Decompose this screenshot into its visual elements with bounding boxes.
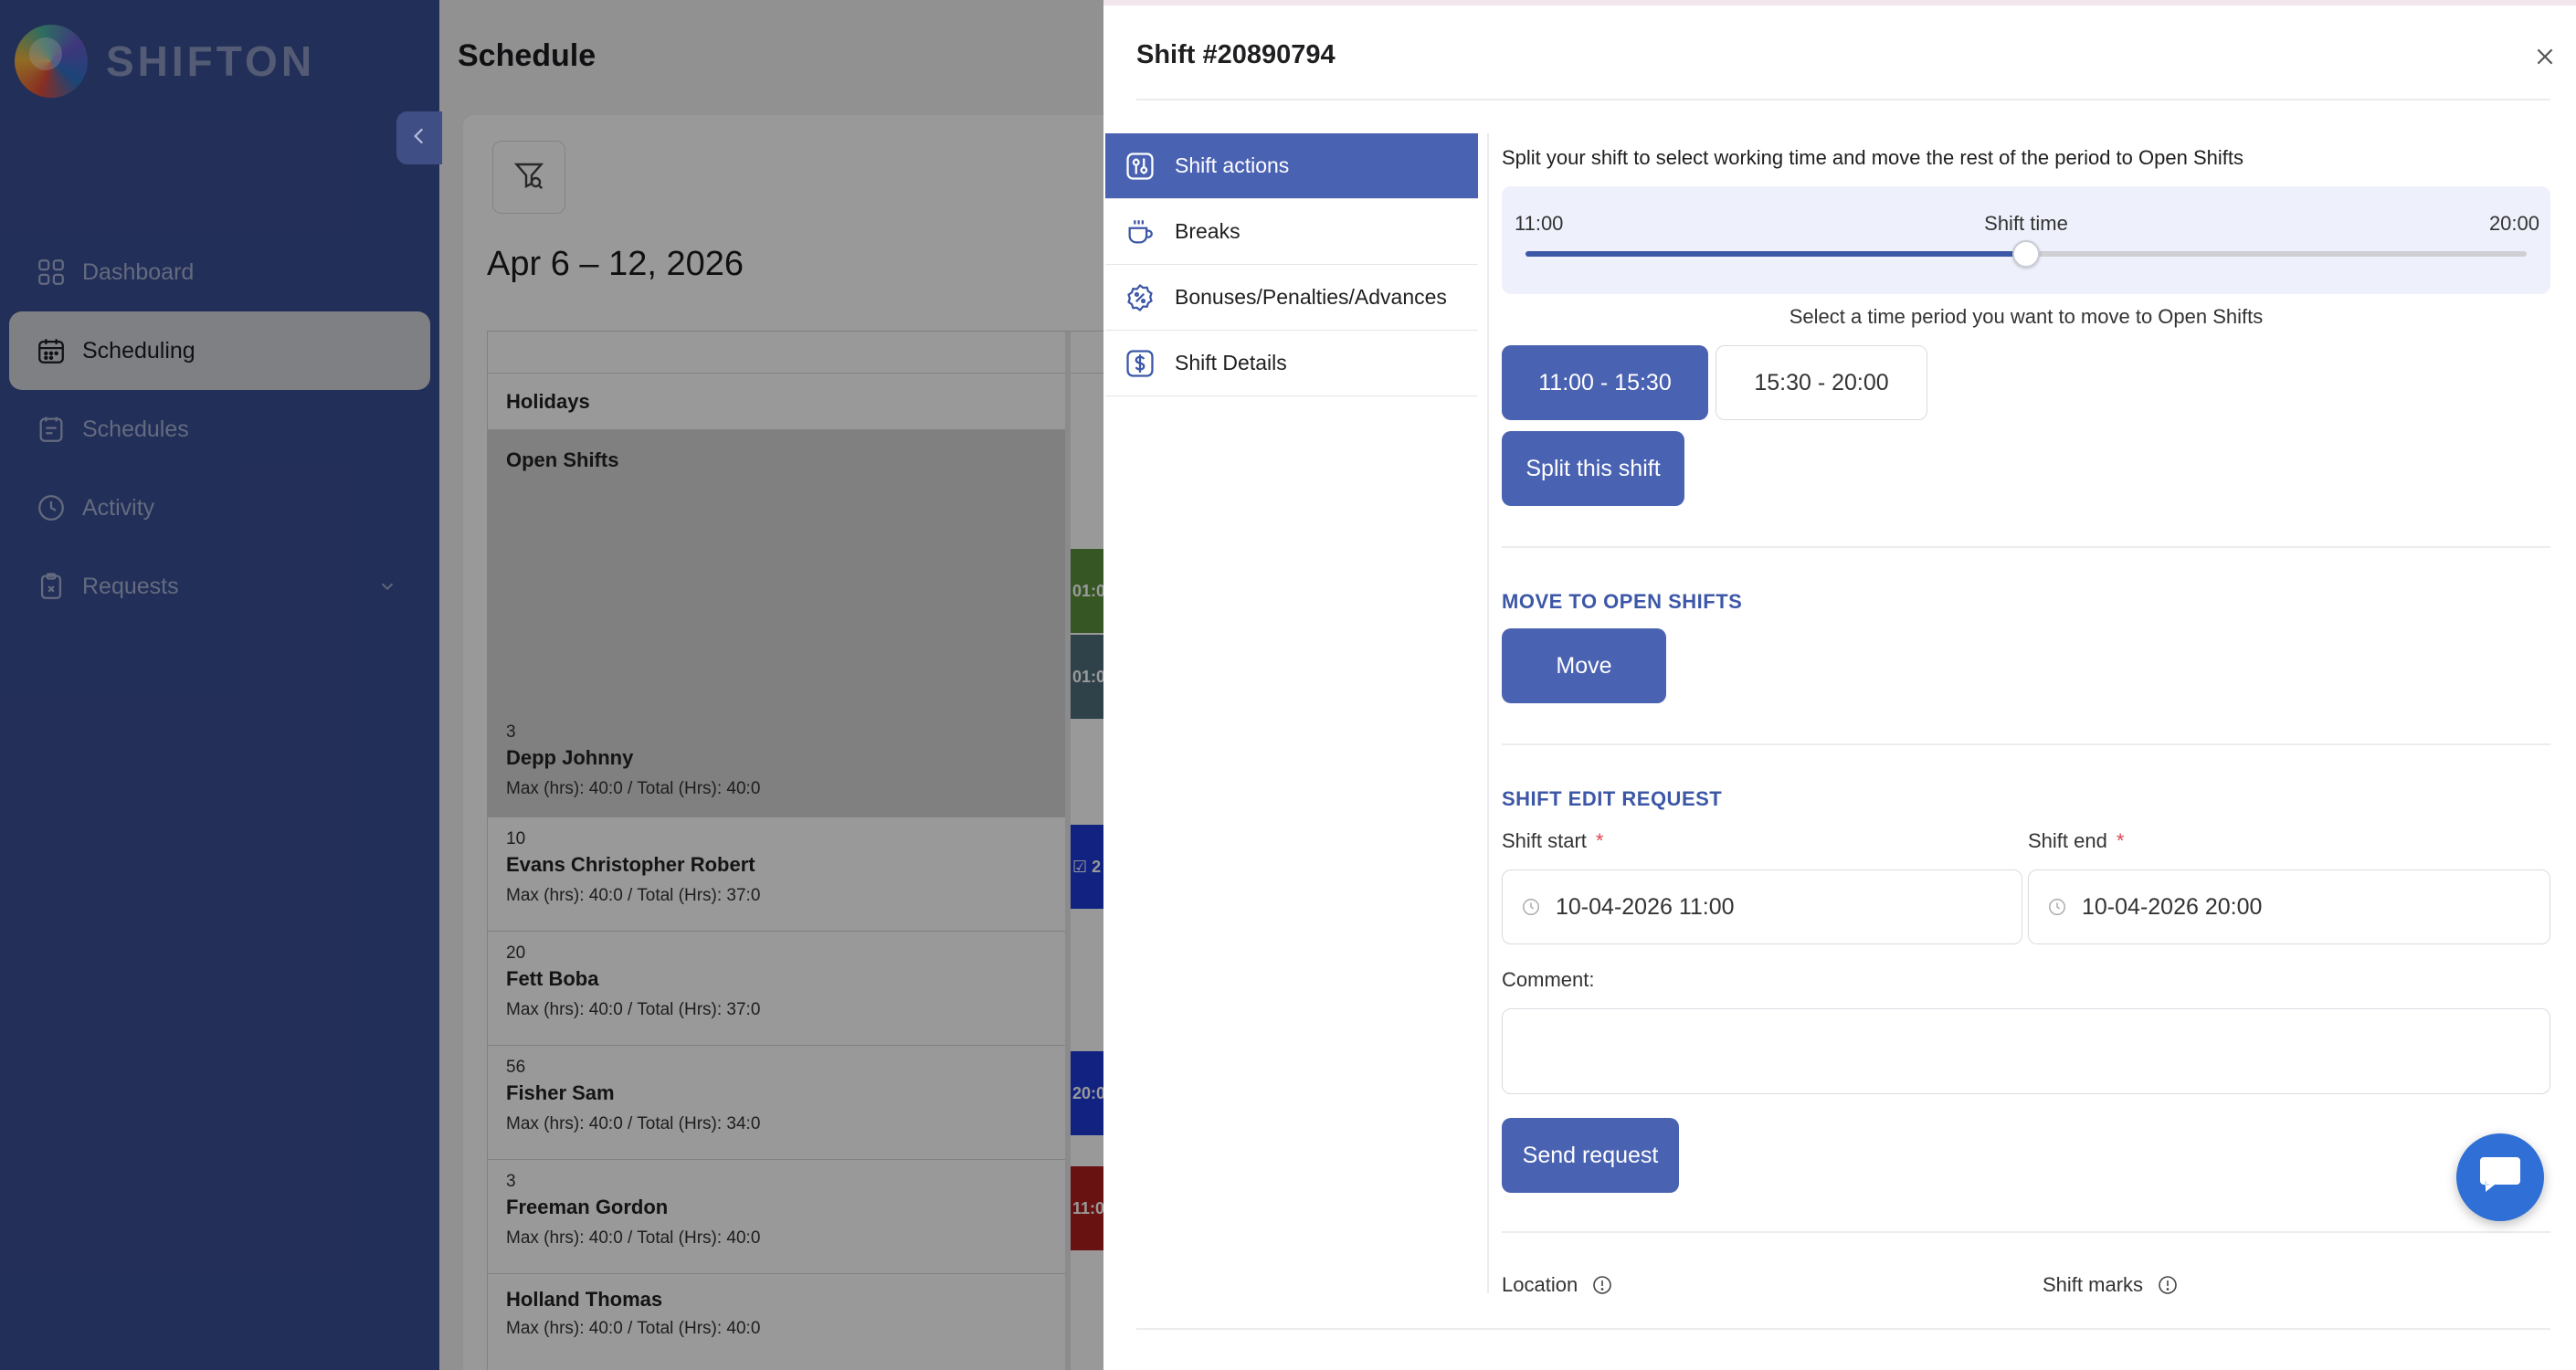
modal-backdrop[interactable]: [0, 0, 1103, 1370]
location-label-text: Location: [1502, 1273, 1578, 1296]
divider: [1502, 743, 2550, 745]
tab-bonuses-penalties-advances[interactable]: Bonuses/Penalties/Advances: [1105, 265, 1478, 331]
location-label: Location: [1502, 1273, 1614, 1297]
tab-label: Shift Details: [1175, 351, 1287, 374]
drawer-tabs: Shift actions Breaks Bonuses/Penalties/A…: [1105, 133, 1478, 396]
shift-marks-label: Shift marks: [2043, 1273, 2180, 1297]
comment-textarea[interactable]: [1502, 1008, 2550, 1094]
shift-end-label: Shift end *: [2028, 829, 2124, 853]
clock-icon: [2045, 895, 2069, 919]
shift-start-input[interactable]: 10-04-2026 11:00: [1502, 869, 2022, 944]
split-shift-button[interactable]: Split this shift: [1502, 431, 1684, 506]
move-button[interactable]: Move: [1502, 628, 1666, 703]
dollar-icon: [1124, 347, 1156, 380]
period-option-second[interactable]: 15:30 - 20:00: [1716, 345, 1927, 420]
required-mark: *: [2116, 829, 2125, 852]
period-option-first[interactable]: 11:00 - 15:30: [1502, 345, 1708, 420]
shift-start-label: Shift start *: [1502, 829, 1603, 853]
content-separator: [1487, 133, 1489, 1293]
tab-shift-details[interactable]: Shift Details: [1105, 331, 1478, 396]
select-period-description: Select a time period you want to move to…: [1789, 305, 2264, 328]
slider-end-label: 20:00: [2488, 212, 2539, 235]
shift-time-slider-track[interactable]: [1526, 240, 2527, 268]
info-icon[interactable]: [2156, 1273, 2180, 1297]
tab-label: Breaks: [1175, 219, 1240, 243]
required-mark: *: [1595, 829, 1604, 852]
slider-handle[interactable]: [2012, 240, 2040, 268]
divider: [1136, 1328, 2550, 1330]
drawer-title: Shift #20890794: [1136, 40, 1336, 69]
chat-button[interactable]: [2456, 1133, 2544, 1221]
percent-badge-icon: [1124, 281, 1156, 314]
tab-breaks[interactable]: Breaks: [1105, 199, 1478, 265]
clock-icon: [1519, 895, 1543, 919]
shift-end-input[interactable]: 10-04-2026 20:00: [2028, 869, 2550, 944]
shift-marks-label-text: Shift marks: [2043, 1273, 2144, 1296]
chat-bubble-icon: [2476, 1155, 2524, 1200]
close-button[interactable]: [2525, 38, 2565, 79]
sliders-icon: [1124, 150, 1156, 183]
shift-start-value: 10-04-2026 11:00: [1556, 893, 1735, 920]
coffee-cup-icon: [1124, 216, 1156, 248]
tab-shift-actions[interactable]: Shift actions: [1105, 133, 1478, 199]
shift-end-label-text: Shift end: [2028, 829, 2107, 852]
edit-request-section-title: SHIFT EDIT REQUEST: [1502, 787, 1723, 810]
comment-label: Comment:: [1502, 968, 1595, 991]
divider: [1502, 1231, 2550, 1233]
split-description: Split your shift to select working time …: [1502, 146, 2243, 169]
close-icon: [2533, 45, 2557, 73]
shift-end-value: 10-04-2026 20:00: [2082, 893, 2263, 920]
shift-drawer: Shift #20890794 Shift actions Breaks Bon…: [1103, 0, 2576, 1370]
slider-fill: [1526, 251, 2026, 257]
drawer-header: Shift #20890794: [1136, 5, 2550, 100]
info-icon[interactable]: [1590, 1273, 1614, 1297]
chevron-left-icon: [407, 124, 431, 153]
tab-label: Bonuses/Penalties/Advances: [1175, 285, 1447, 309]
move-section-title: MOVE TO OPEN SHIFTS: [1502, 590, 1743, 613]
divider: [1502, 546, 2550, 548]
slider-title: Shift time: [1984, 212, 2068, 235]
shift-start-label-text: Shift start: [1502, 829, 1587, 852]
tab-label: Shift actions: [1175, 153, 1290, 177]
sidebar-collapse-button[interactable]: [396, 111, 442, 164]
send-request-button[interactable]: Send request: [1502, 1118, 1679, 1193]
